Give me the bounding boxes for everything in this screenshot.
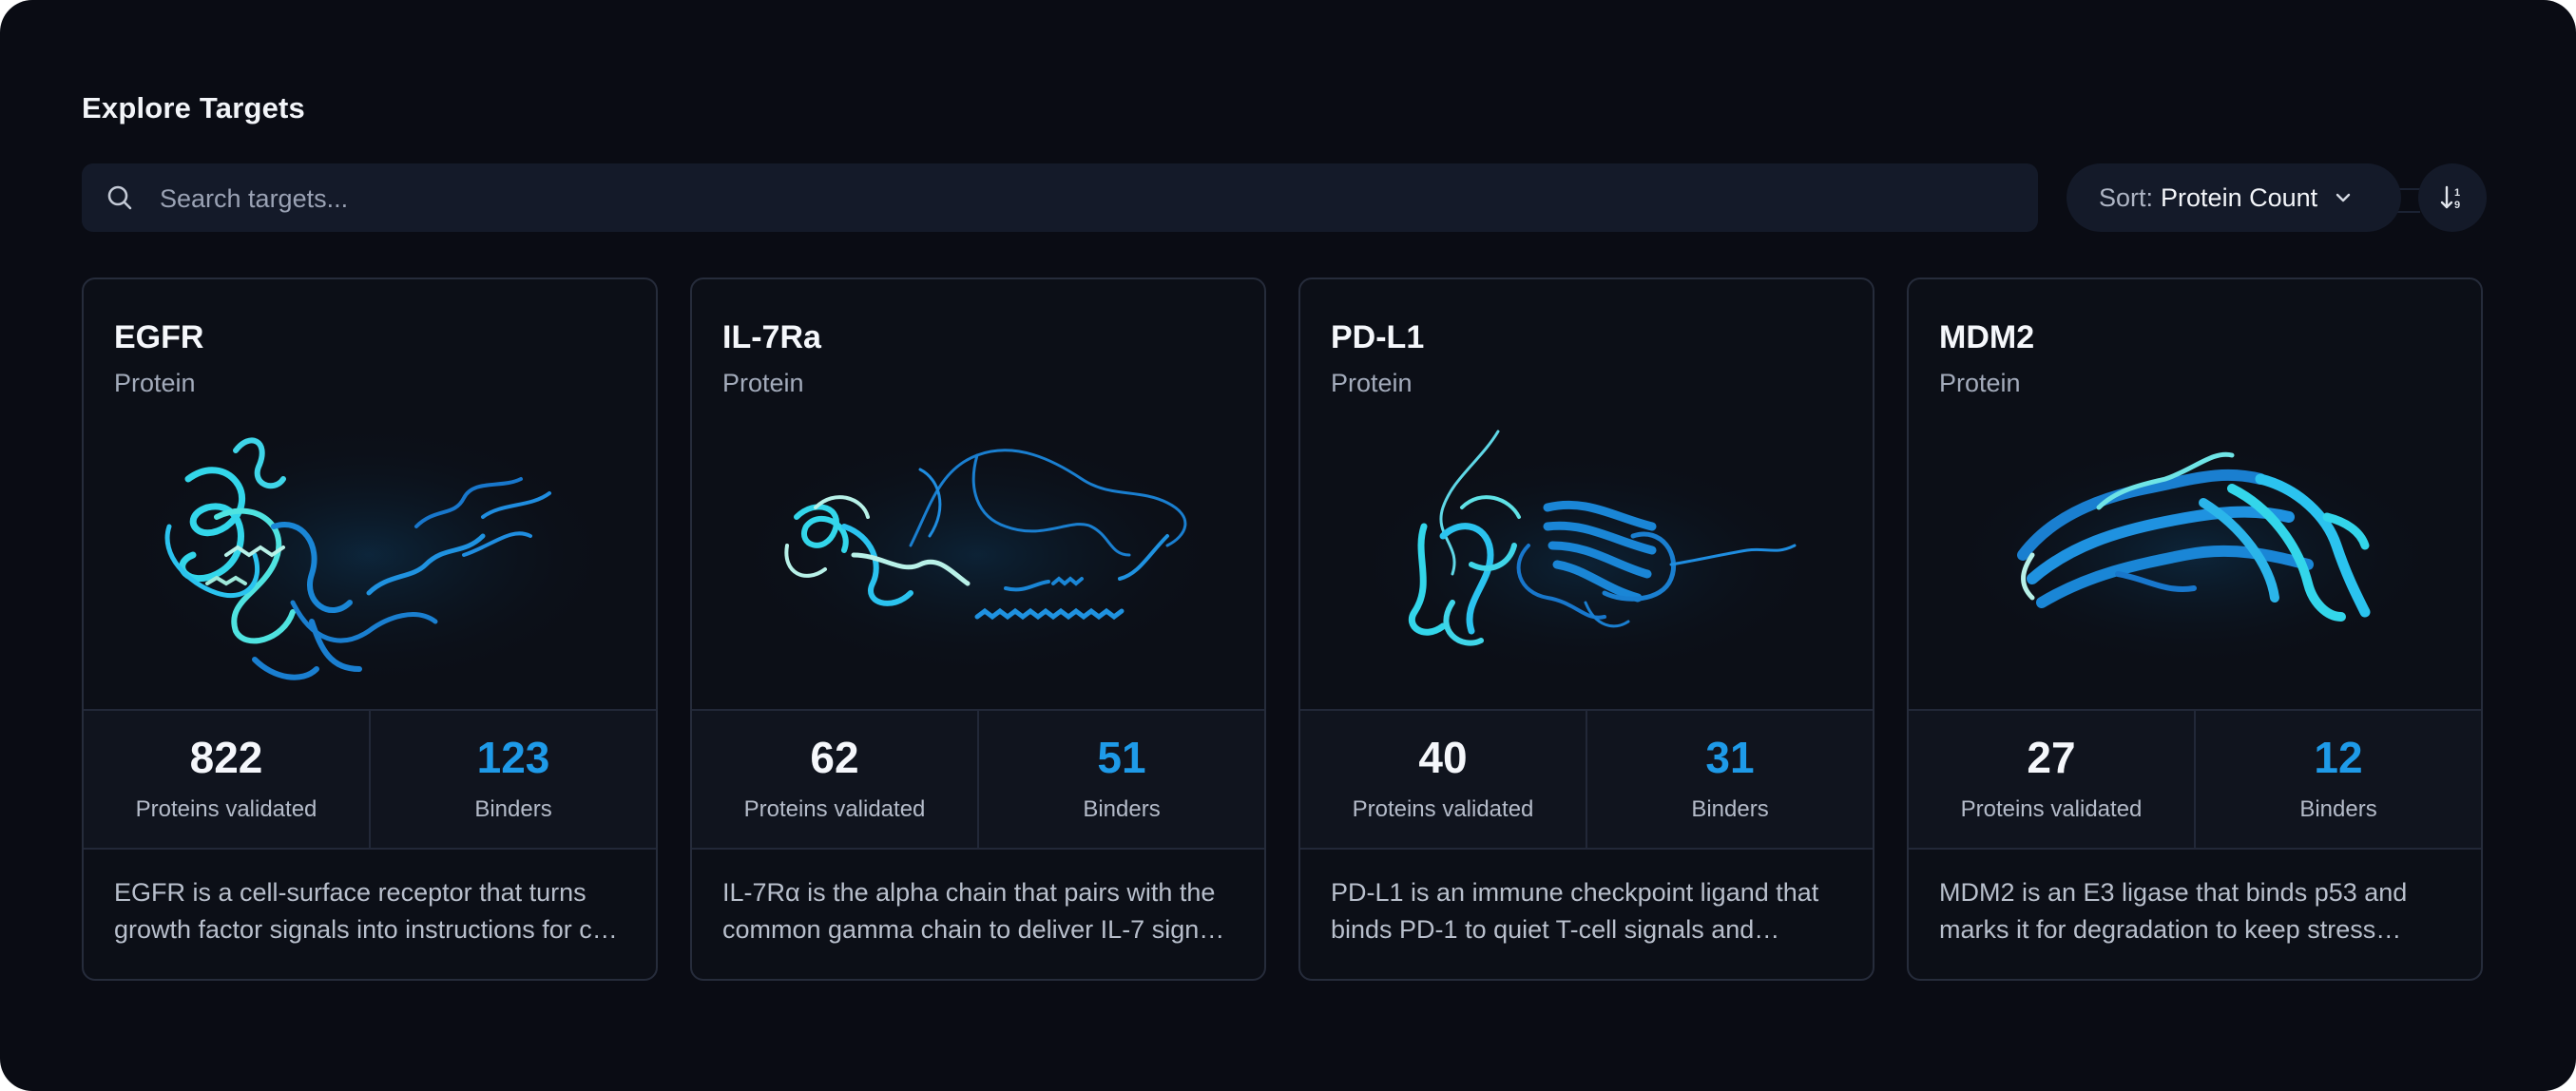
binders-label: Binders — [474, 796, 552, 822]
search-bar[interactable] — [82, 163, 2038, 234]
protein-structure-image — [122, 422, 616, 688]
proteins-validated-count: 27 — [2027, 733, 2076, 782]
target-description: EGFR is a cell-surface receptor that tur… — [114, 878, 618, 944]
target-type: Protein — [722, 369, 804, 397]
target-name: EGFR — [114, 319, 204, 355]
protein-structure-image — [1947, 441, 2441, 669]
target-card-mdm2[interactable]: MDM2 Protein 27 Proteins validated 12 Bi… — [1907, 278, 2483, 981]
target-type: Protein — [1939, 369, 2021, 397]
target-card-pd-l1[interactable]: PD-L1 Protein 40 Proteins validated 31 B… — [1298, 278, 1874, 981]
proteins-validated-stat: 27 Proteins validated — [1909, 711, 2194, 848]
binders-stat: 31 Binders — [1586, 711, 1873, 848]
sort-direction-button[interactable]: 1 9 — [2418, 163, 2487, 232]
binders-stat: 123 Binders — [369, 711, 656, 848]
proteins-validated-count: 822 — [189, 733, 263, 782]
chevron-down-icon — [2336, 193, 2351, 202]
binders-label: Binders — [1083, 796, 1161, 822]
proteins-validated-stat: 62 Proteins validated — [692, 711, 977, 848]
proteins-validated-count: 62 — [810, 733, 859, 782]
target-stats: 62 Proteins validated 51 Binders — [692, 709, 1264, 850]
proteins-validated-stat: 822 Proteins validated — [84, 711, 369, 848]
binders-count: 123 — [476, 733, 550, 782]
proteins-validated-count: 40 — [1418, 733, 1468, 782]
binders-count: 51 — [1097, 733, 1146, 782]
target-name: PD-L1 — [1331, 319, 1425, 355]
sort-direction-icon: 1 9 — [2440, 185, 2460, 211]
explore-targets-panel: Explore Targets Sort: Protein Count 1 9 … — [0, 0, 2576, 1091]
svg-text:1: 1 — [2454, 187, 2460, 199]
svg-text:9: 9 — [2454, 200, 2460, 211]
binders-count: 31 — [1705, 733, 1755, 782]
target-description: PD-L1 is an immune checkpoint ligand tha… — [1331, 878, 1819, 944]
target-name: MDM2 — [1939, 319, 2035, 355]
target-description: IL-7Rα is the alpha chain that pairs wit… — [722, 878, 1232, 944]
proteins-validated-label: Proteins validated — [1960, 796, 2143, 822]
target-stats: 822 Proteins validated 123 Binders — [84, 709, 656, 850]
binders-stat: 12 Binders — [2194, 711, 2481, 848]
target-type: Protein — [114, 369, 196, 397]
target-name: IL-7Ra — [722, 319, 821, 355]
page-title: Explore Targets — [82, 91, 306, 124]
binders-stat: 51 Binders — [977, 711, 1264, 848]
proteins-validated-label: Proteins validated — [743, 796, 926, 822]
sort-prefix: Sort: — [2099, 182, 2154, 212]
sort-dropdown[interactable]: Sort: Protein Count — [2067, 163, 2401, 232]
target-type: Protein — [1331, 369, 1413, 397]
binders-label: Binders — [1691, 796, 1769, 822]
sort-value: Protein Count — [2161, 182, 2318, 212]
target-card-egfr[interactable]: EGFR Protein 822 Proteins validated 123 … — [82, 278, 658, 981]
search-input[interactable] — [158, 163, 1968, 234]
target-stats: 40 Proteins validated 31 Binders — [1300, 709, 1873, 850]
binders-count: 12 — [2314, 733, 2363, 782]
proteins-validated-stat: 40 Proteins validated — [1300, 711, 1586, 848]
target-stats: 27 Proteins validated 12 Binders — [1909, 709, 2481, 850]
search-icon — [107, 185, 132, 210]
proteins-validated-label: Proteins validated — [135, 796, 317, 822]
protein-structure-image — [730, 431, 1224, 679]
target-card-il-7ra[interactable]: IL-7Ra Protein 62 Proteins validated 51 … — [690, 278, 1266, 981]
binders-label: Binders — [2299, 796, 2377, 822]
protein-structure-image — [1348, 430, 1823, 679]
target-description: MDM2 is an E3 ligase that binds p53 and … — [1939, 878, 2408, 944]
proteins-validated-label: Proteins validated — [1352, 796, 1534, 822]
